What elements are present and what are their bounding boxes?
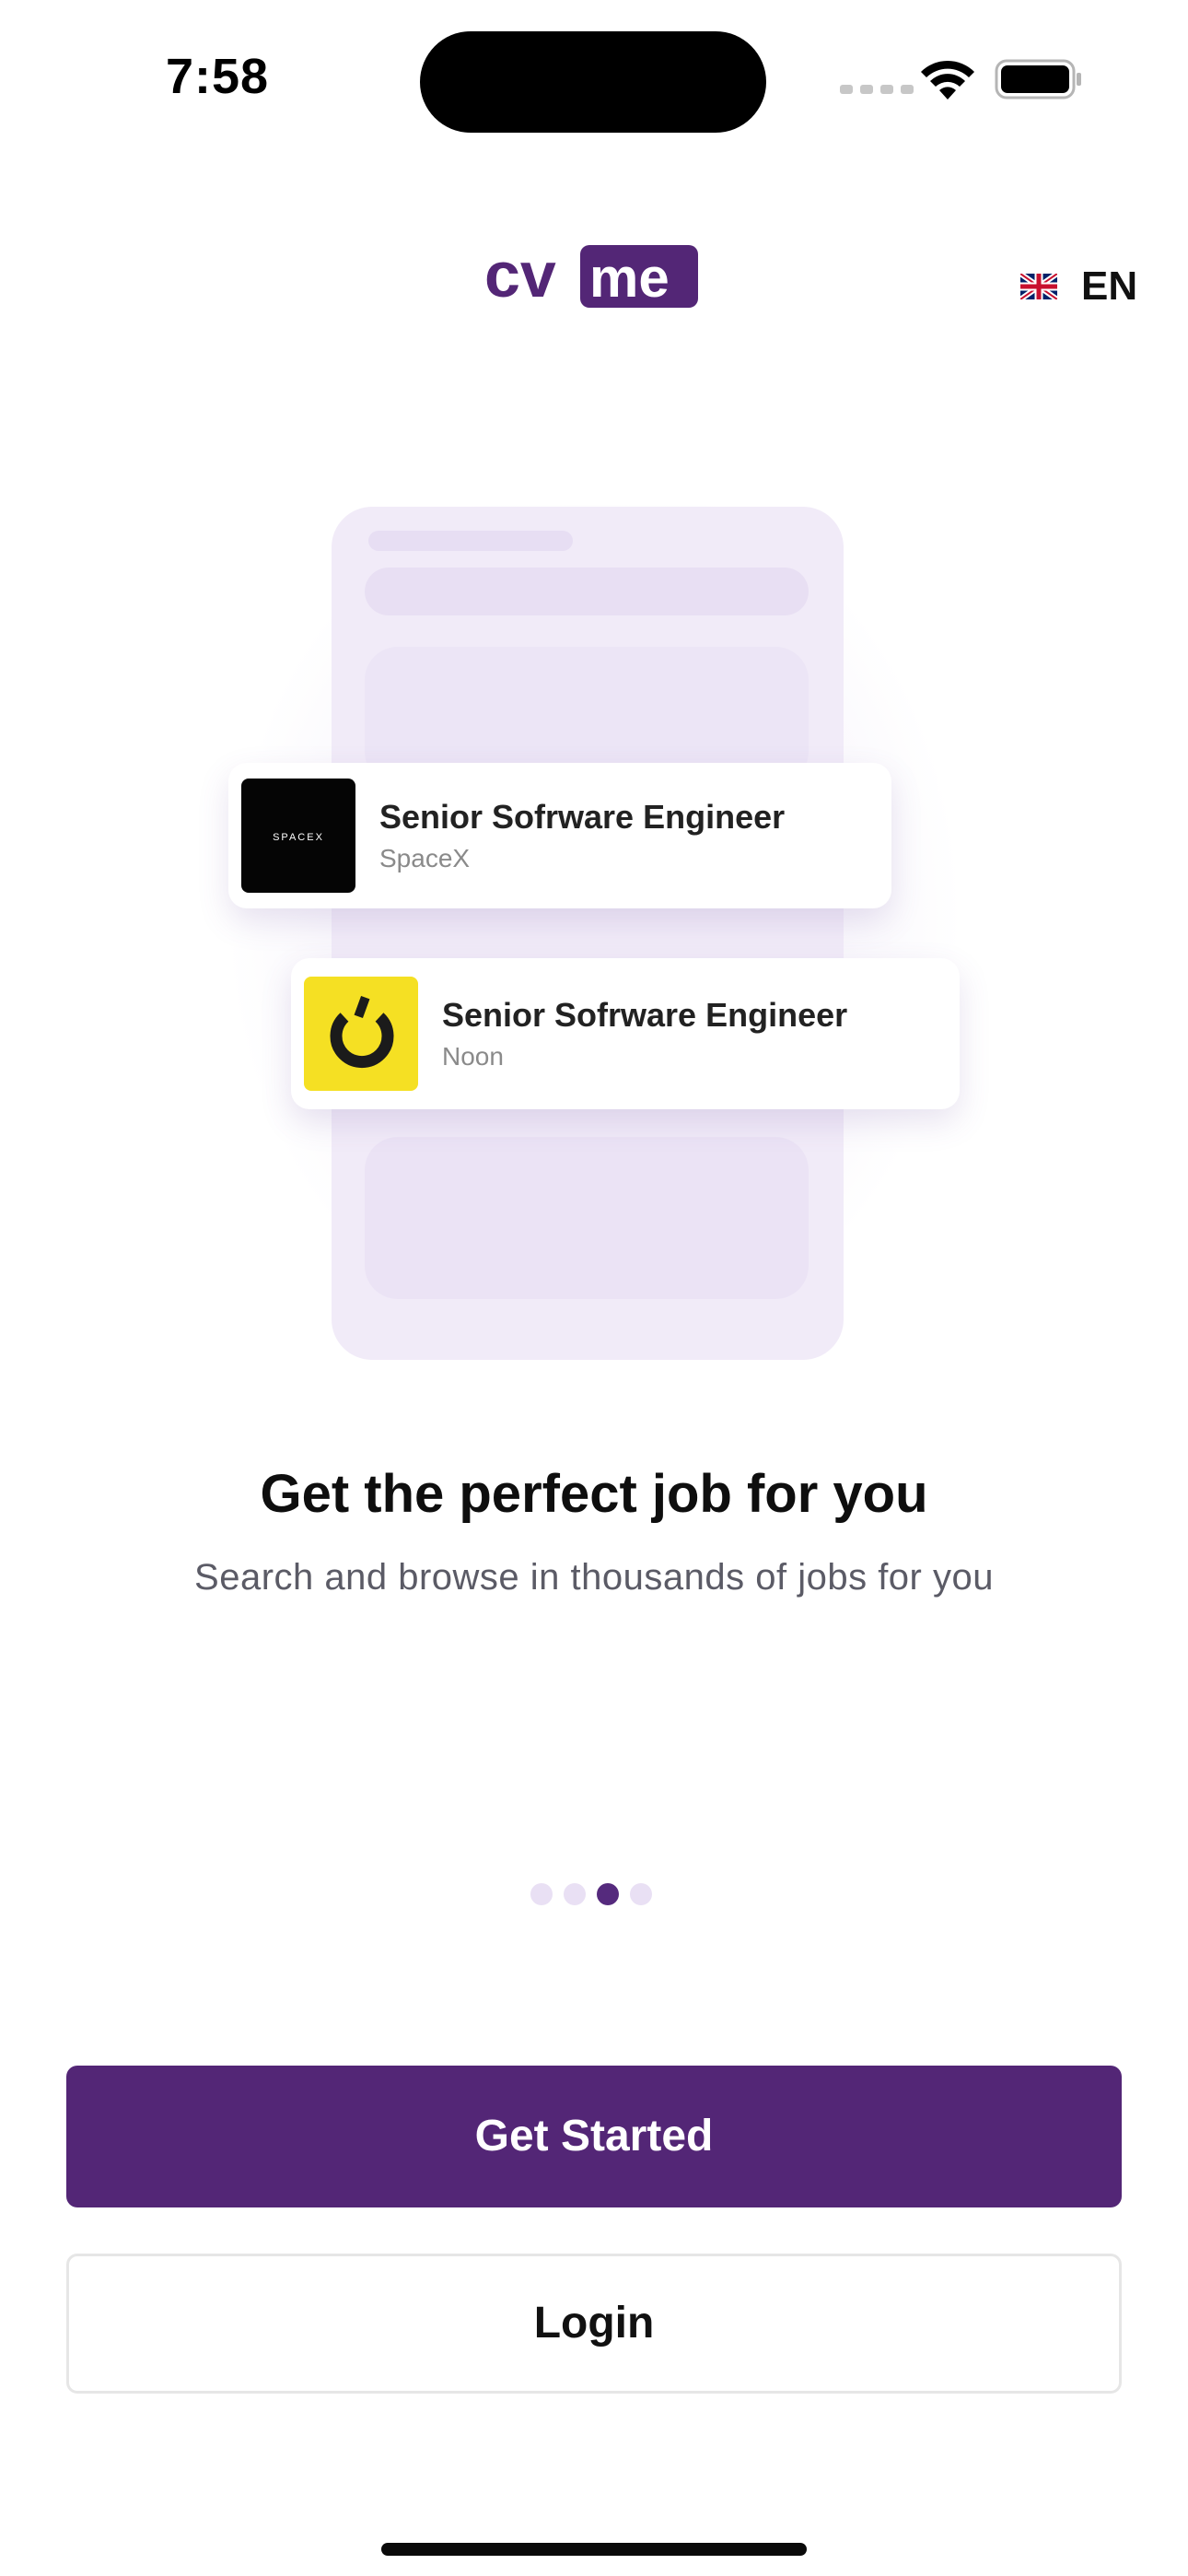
language-selector[interactable]: EN (1020, 263, 1137, 310)
onboarding-subtitle: Search and browse in thousands of jobs f… (194, 1557, 994, 1598)
svg-text:SPACEX: SPACEX (273, 832, 324, 843)
page-dot[interactable] (530, 1883, 553, 1905)
job-card-noon: Senior Sofrware Engineer Noon (291, 958, 960, 1109)
noon-logo (304, 977, 418, 1091)
svg-text:me: me (589, 247, 670, 309)
page-dot[interactable] (564, 1883, 586, 1905)
login-button[interactable]: Login (66, 2254, 1122, 2394)
job-company: SpaceX (379, 844, 471, 872)
svg-text:cv: cv (484, 241, 556, 310)
phone-mockup (332, 507, 844, 1360)
cvme-logo: cv me (484, 241, 698, 310)
job-title: Senior Sofrware Engineer (442, 996, 848, 1034)
page-indicator (530, 1883, 652, 1905)
job-title: Senior Sofrware Engineer (379, 798, 786, 836)
battery-icon (995, 59, 1081, 100)
status-time: 7:58 (166, 49, 270, 104)
home-indicator[interactable] (381, 2543, 807, 2556)
uk-flag-icon (1020, 274, 1057, 299)
page-dot[interactable] (630, 1883, 652, 1905)
cellular-signal-icon (840, 85, 914, 94)
job-card-spacex: SPACEX Senior Sofrware Engineer SpaceX (228, 763, 891, 908)
onboarding-title: Get the perfect job for you (260, 1464, 928, 1524)
page-dot-active[interactable] (597, 1883, 619, 1905)
job-company: Noon (442, 1042, 504, 1071)
dynamic-island (420, 31, 766, 133)
get-started-button[interactable]: Get Started (66, 2066, 1122, 2207)
onboarding-illustration: SPACEX Senior Sofrware Engineer SpaceX S… (223, 505, 965, 1362)
language-label: EN (1081, 263, 1138, 309)
wifi-icon (921, 60, 974, 100)
spacex-logo: SPACEX (241, 779, 355, 893)
